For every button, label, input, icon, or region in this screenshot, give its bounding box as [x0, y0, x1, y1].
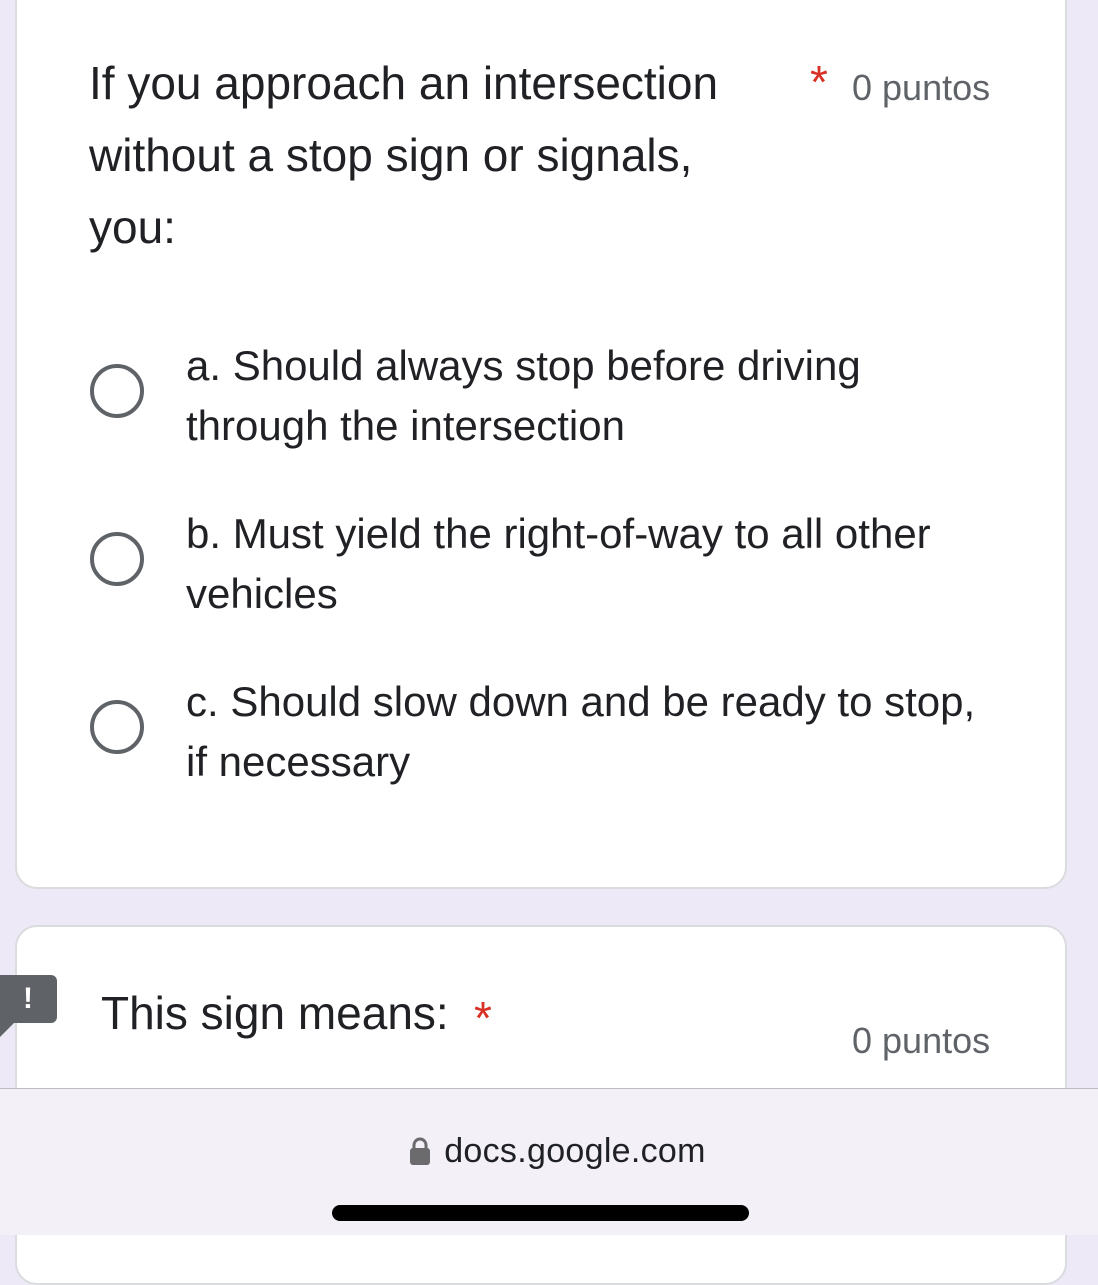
- url-display[interactable]: docs.google.com: [0, 1131, 1098, 1171]
- lock-icon: [410, 1137, 431, 1165]
- report-issue-button[interactable]: !: [0, 975, 57, 1037]
- url-text: docs.google.com: [444, 1131, 706, 1170]
- question-title: If you approach an intersection without …: [89, 57, 719, 253]
- radio-button-b[interactable]: [90, 532, 144, 586]
- option-c[interactable]: c. Should slow down and be ready to stop…: [89, 672, 989, 812]
- question-card-1: If you approach an intersection without …: [15, 0, 1067, 889]
- required-asterisk: *: [810, 56, 828, 108]
- option-a[interactable]: a. Should always stop before driving thr…: [89, 336, 989, 476]
- option-b[interactable]: b. Must yield the right-of-way to all ot…: [89, 504, 989, 644]
- option-b-label: b. Must yield the right-of-way to all ot…: [186, 510, 931, 617]
- points-label-2: 0 puntos: [852, 1020, 991, 1061]
- points-label: 0 puntos: [852, 67, 991, 108]
- required-asterisk-2: *: [474, 992, 492, 1044]
- radio-button-a[interactable]: [90, 364, 144, 418]
- home-indicator[interactable]: [332, 1205, 749, 1221]
- option-c-label: c. Should slow down and be ready to stop…: [186, 678, 976, 785]
- radio-button-c[interactable]: [90, 700, 144, 754]
- report-issue-icon: !: [23, 982, 33, 1015]
- question-title-2: This sign means:: [101, 987, 449, 1039]
- option-a-label: a. Should always stop before driving thr…: [186, 342, 861, 449]
